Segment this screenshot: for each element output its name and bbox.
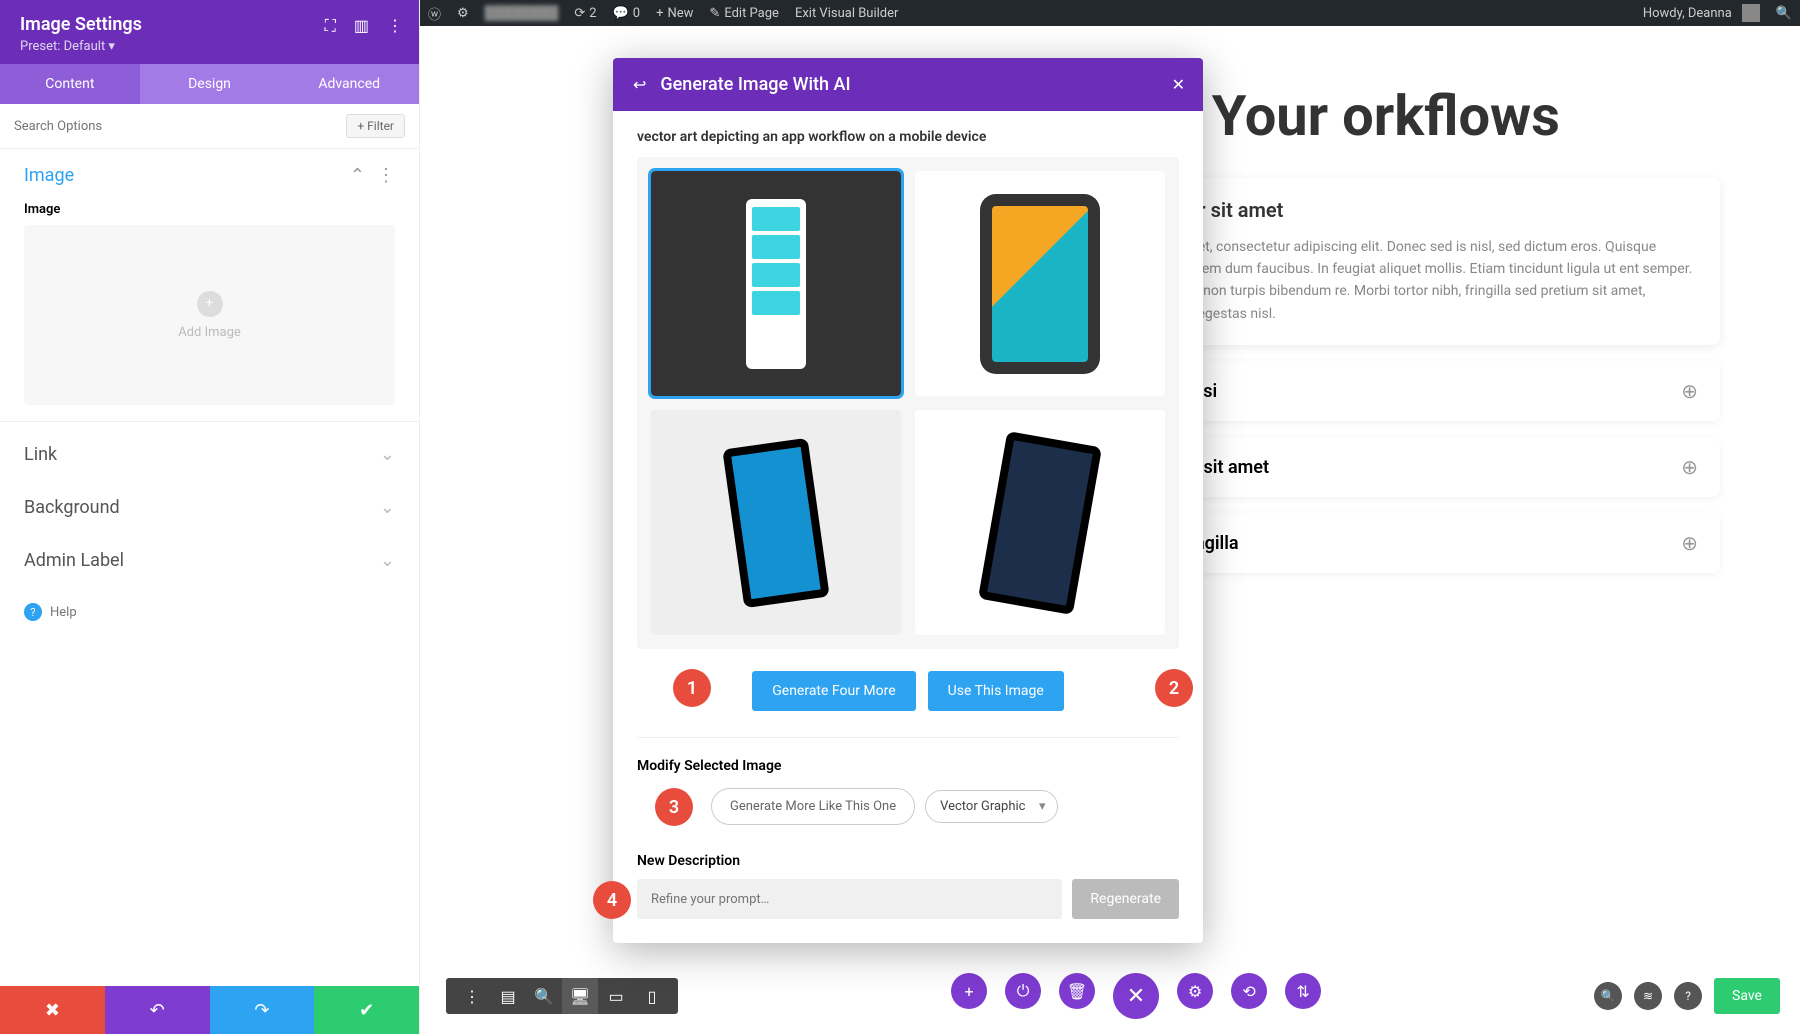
chevron-down-icon: ⌄ [380,550,395,571]
history-button[interactable]: ⟲ [1231,973,1267,1009]
wireframe-icon[interactable]: ▤ [490,978,526,1014]
filter-button[interactable]: + Filter [346,114,405,138]
plus-icon: + [197,291,223,317]
exit-visual-builder-link[interactable]: Exit Visual Builder [787,6,906,21]
updates-item[interactable]: ⟳ 2 [566,6,604,21]
save-button[interactable]: Save [1714,978,1780,1014]
tab-advanced[interactable]: Advanced [279,64,419,104]
zoom-icon[interactable]: 🔍 [526,978,562,1014]
layers-icon[interactable]: ≋ [1634,982,1662,1010]
plus-icon: ⊕ [1681,455,1698,479]
generated-image-2[interactable] [915,171,1165,396]
tab-design[interactable]: Design [140,64,280,104]
section-image[interactable]: Image ⌃⋮ [0,149,419,202]
preset-dropdown[interactable]: Preset: Default ▾ [20,39,399,54]
close-icon[interactable]: ✕ [1172,75,1185,94]
search-input[interactable] [14,119,346,134]
wp-admin-bar: ⓦ ⚙ ████████ ⟳ 2 💬 0 + New ✎ Edit Page E… [420,0,1800,26]
section-link[interactable]: Link⌄ [0,428,419,481]
mobile-icon[interactable]: ▯ [634,978,670,1014]
image-grid [637,157,1179,649]
panel-tabs: Content Design Advanced [0,64,419,104]
annotation-badge-1: 1 [673,669,711,707]
annotation-badge-3: 3 [655,788,693,826]
ai-image-modal: ↩ Generate Image With AI ✕ vector art de… [613,58,1203,943]
builder-right-controls: 🔍 ≋ ? Save [1594,978,1780,1014]
panel-header: Image Settings Preset: Default ▾ ⛶ ▥ ⋮ [0,0,419,64]
chevron-down-icon: ⌄ [380,497,395,518]
close-builder-button[interactable]: ✕ [1113,973,1159,1019]
howdy-user[interactable]: Howdy, Deanna [1635,4,1768,22]
regenerate-button[interactable]: Regenerate [1072,879,1179,919]
expand-icon[interactable]: ⛶ [325,16,336,36]
help-icon: ? [24,603,42,621]
annotation-badge-4: 4 [593,881,631,919]
generated-image-3[interactable] [651,410,901,635]
chevron-up-icon: ⌃ [350,165,365,186]
power-button[interactable]: ⏻ [1005,973,1041,1009]
search-icon[interactable]: 🔍 [1768,6,1800,21]
undo-button[interactable]: ↶ [105,986,210,1034]
new-description-label: New Description [637,843,1179,869]
modal-header: ↩ Generate Image With AI ✕ [613,58,1203,111]
back-icon[interactable]: ↩ [633,75,646,94]
comments-item[interactable]: 💬 0 [605,6,649,21]
cancel-button[interactable]: ✖ [0,986,105,1034]
redo-button[interactable]: ↷ [210,986,315,1034]
section-background[interactable]: Background⌄ [0,481,419,534]
trash-button[interactable]: 🗑 [1059,973,1095,1009]
use-this-image-button[interactable]: Use This Image [928,671,1064,711]
generated-image-1[interactable] [651,171,901,396]
help-small-icon[interactable]: ? [1674,982,1702,1010]
desktop-icon[interactable]: 🖥 [562,978,598,1014]
settings-button[interactable]: ⚙ [1177,973,1213,1009]
avatar [1742,4,1760,22]
modal-title: Generate Image With AI [660,74,850,95]
section-more-icon[interactable]: ⋮ [377,165,395,186]
more-icon[interactable]: ⋮ [387,16,403,36]
wp-logo-icon[interactable]: ⓦ [420,4,449,23]
more-icon[interactable]: ⋮ [454,978,490,1014]
plus-icon: ⊕ [1681,531,1698,555]
builder-center-controls: + ⏻ 🗑 ✕ ⚙ ⟲ ⇅ [951,973,1321,1019]
tablet-icon[interactable]: ▭ [598,978,634,1014]
columns-icon[interactable]: ▥ [354,16,369,36]
blurred-site-name[interactable]: ████████ [477,5,567,21]
add-button[interactable]: + [951,973,987,1009]
view-controls: ⋮ ▤ 🔍 🖥 ▭ ▯ [446,978,678,1014]
refine-prompt-input[interactable] [637,879,1062,919]
sort-button[interactable]: ⇅ [1285,973,1321,1009]
panel-footer: ✖ ↶ ↷ ✔ [0,986,419,1034]
search-small-icon[interactable]: 🔍 [1594,982,1622,1010]
section-admin-label[interactable]: Admin Label⌄ [0,534,419,587]
generate-four-more-button[interactable]: Generate Four More [752,671,915,711]
annotation-badge-2: 2 [1155,669,1193,707]
generate-more-like-this-button[interactable]: Generate More Like This One [711,788,915,825]
confirm-button[interactable]: ✔ [314,986,419,1034]
builder-bottom-bar: ⋮ ▤ 🔍 🖥 ▭ ▯ + ⏻ 🗑 ✕ ⚙ ⟲ ⇅ 🔍 ≋ ? Save [446,976,1800,1016]
modify-label: Modify Selected Image [637,737,1179,774]
generated-image-4[interactable] [915,410,1165,635]
chevron-down-icon: ⌄ [380,444,395,465]
site-icon[interactable]: ⚙ [449,6,477,21]
edit-page-link[interactable]: ✎ Edit Page [701,6,787,21]
add-image-box[interactable]: + Add Image [24,225,395,405]
prompt-text: vector art depicting an app workflow on … [637,129,1179,145]
style-select[interactable]: Vector Graphic [925,790,1058,823]
settings-panel: Image Settings Preset: Default ▾ ⛶ ▥ ⋮ C… [0,0,420,1034]
plus-icon: ⊕ [1681,379,1698,403]
tab-content[interactable]: Content [0,64,140,104]
help-link[interactable]: ?Help [0,587,419,637]
image-label: Image [0,202,419,225]
new-item[interactable]: + New [648,6,701,21]
add-image-text: Add Image [178,325,241,340]
